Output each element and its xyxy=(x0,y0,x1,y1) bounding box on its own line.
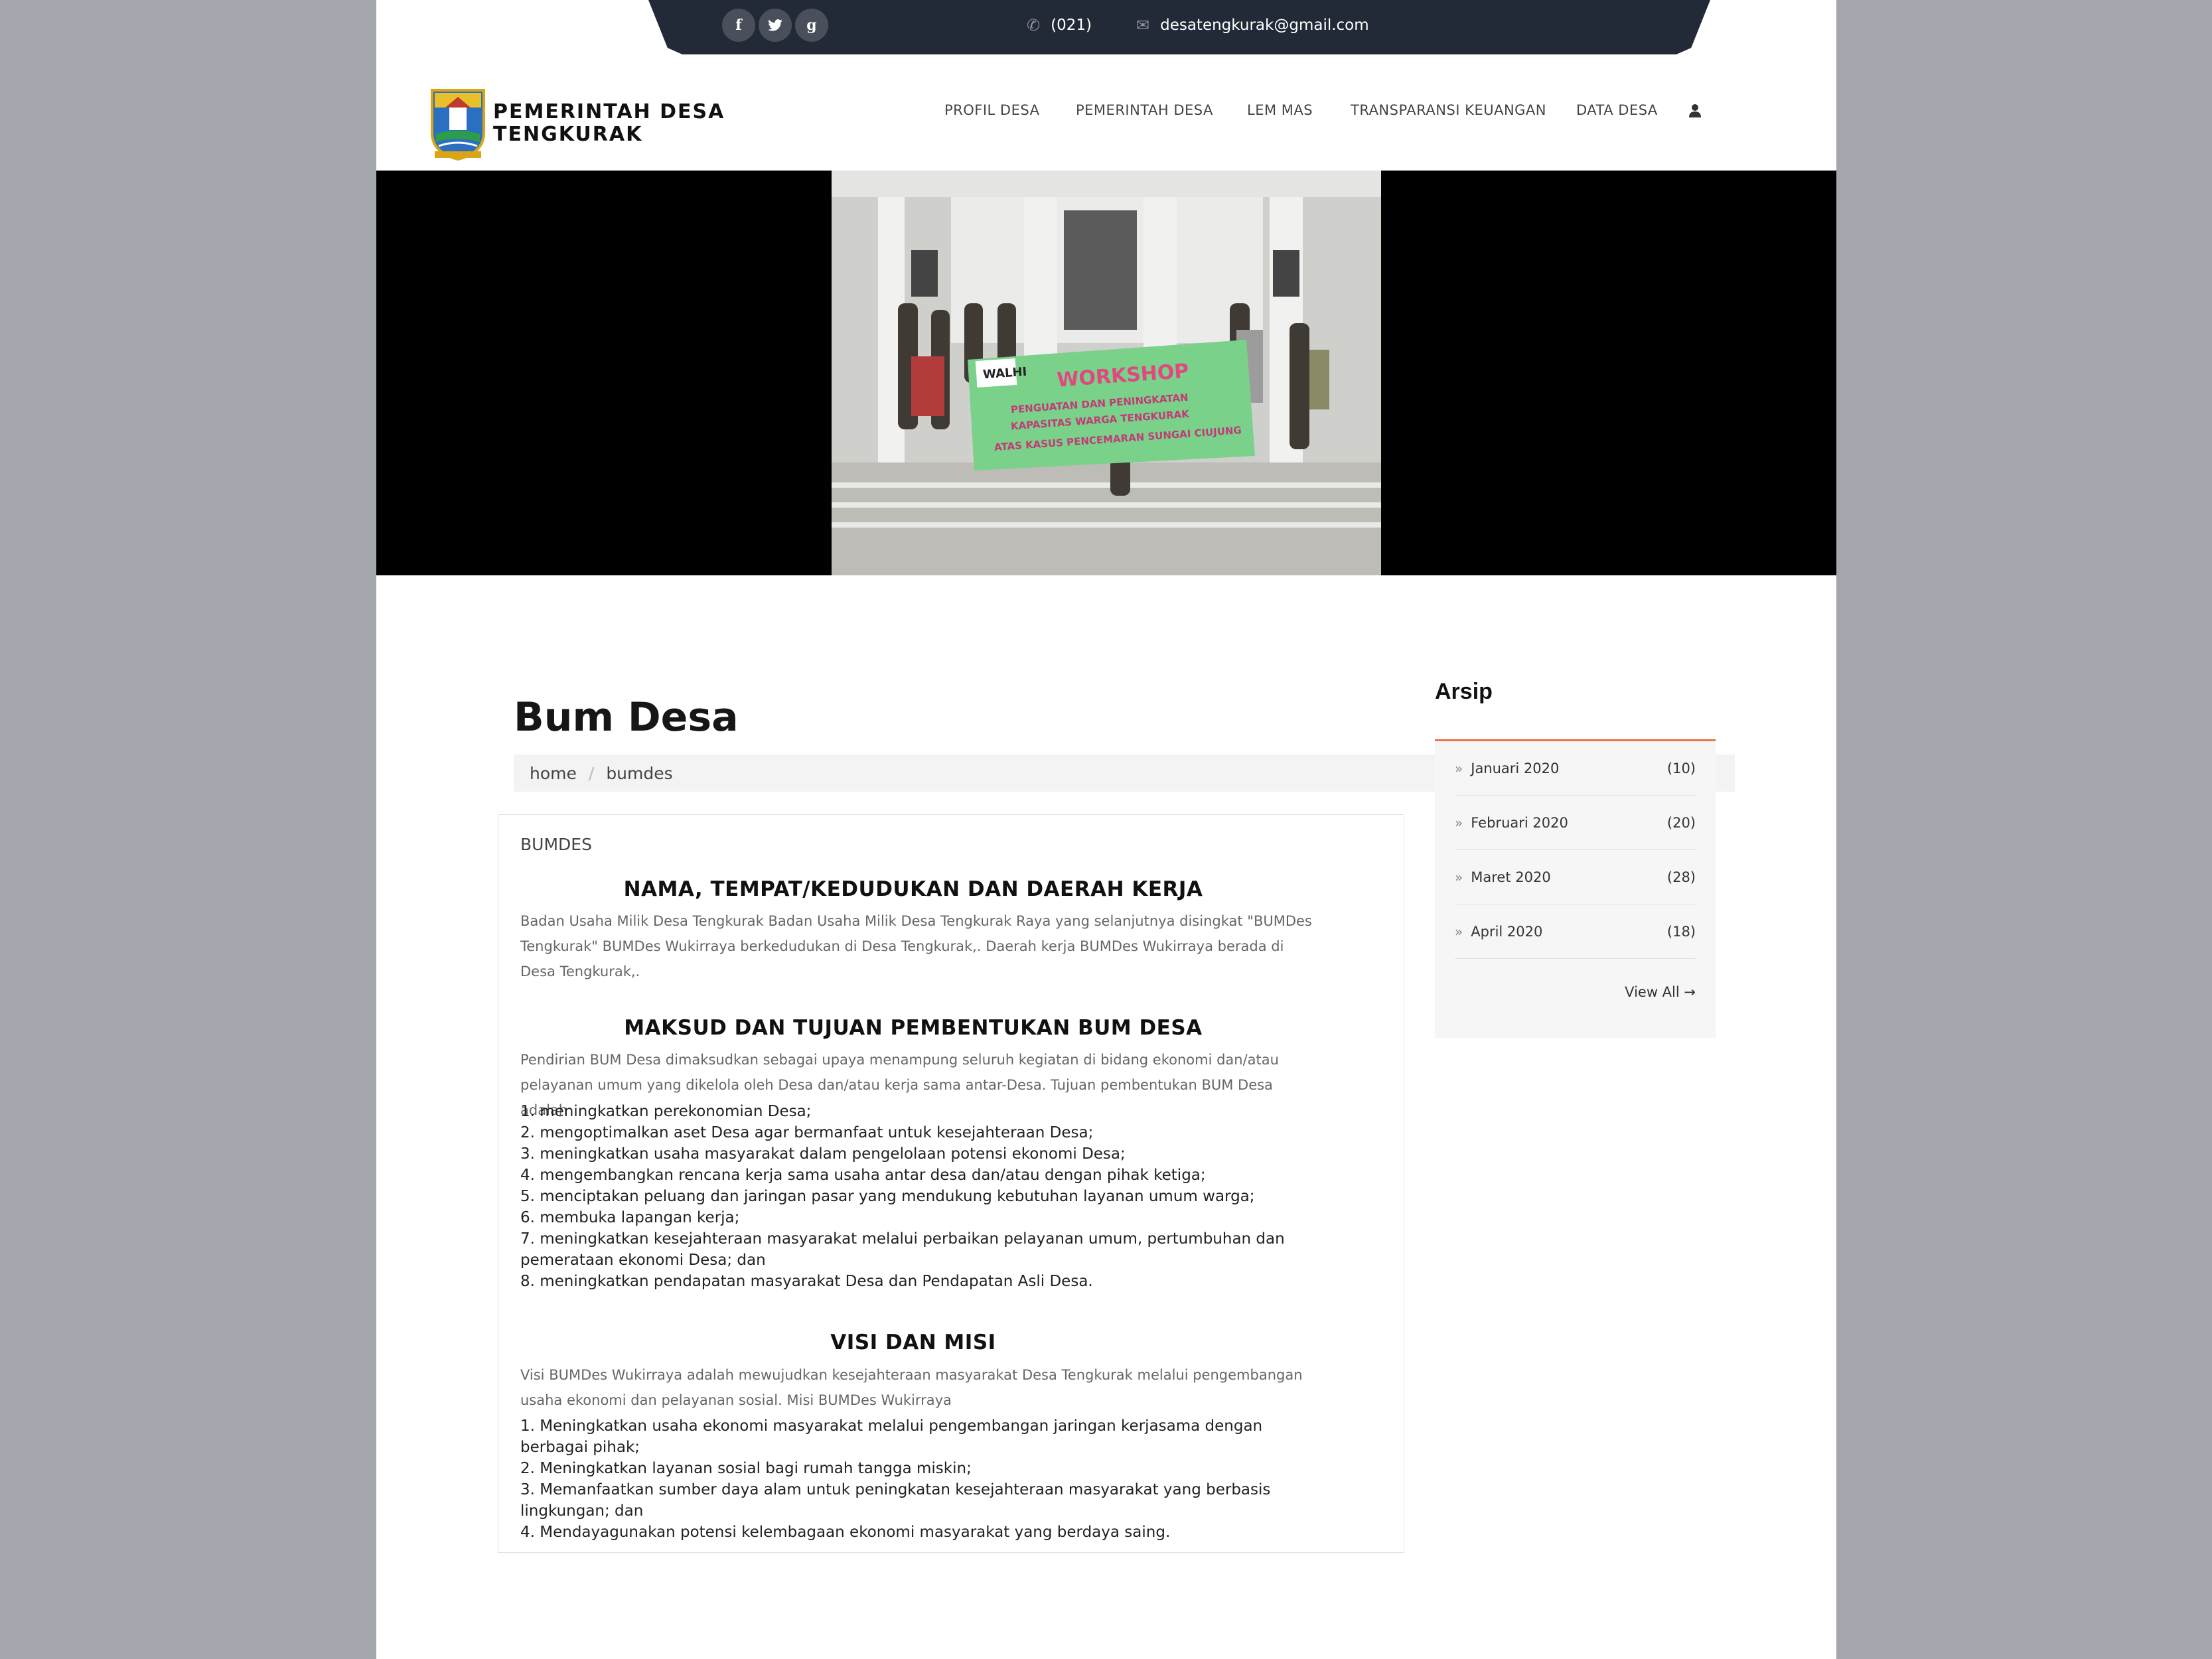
section-heading-nama: NAMA, TEMPAT/KEDUDUKAN DAN DAERAH KERJA xyxy=(623,877,1203,901)
brand-line-2: TENGKURAK xyxy=(493,123,643,146)
breadcrumb-home-link[interactable]: home xyxy=(530,764,577,783)
nav-data-desa[interactable]: DATA DESA xyxy=(1576,102,1658,118)
nav-pemerintah-desa[interactable]: PEMERINTAH DESA xyxy=(1076,102,1213,118)
list-tujuan: 1. meningkatkan perekonomian Desa; 2. me… xyxy=(520,1101,1317,1292)
email-contact[interactable]: ✉ desatengkurak@gmail.com xyxy=(1136,16,1369,35)
list-item: 4. mengembangkan rencana kerja sama usah… xyxy=(520,1167,1206,1184)
email-address[interactable]: desatengkurak@gmail.com xyxy=(1160,17,1369,34)
page: f g ✆ (021) ✉ desatengkurak@gmail.com PE… xyxy=(376,0,1836,1659)
content-card: BUMDES NAMA, TEMPAT/KEDUDUKAN DAN DAERAH… xyxy=(498,814,1404,1553)
twitter-icon[interactable] xyxy=(759,9,792,42)
archive-title: Arsip xyxy=(1435,679,1493,704)
list-item: 6. membuka lapangan kerja; xyxy=(520,1209,740,1226)
list-item: 7. meningkatkan kesejahteraan masyarakat… xyxy=(520,1230,1285,1269)
archive-item-label[interactable]: Februari 2020 xyxy=(1471,815,1568,831)
chevron-right-icon: » xyxy=(1455,923,1463,940)
list-item: 2. mengoptimalkan aset Desa agar bermanf… xyxy=(520,1124,1094,1141)
archive-item-label[interactable]: April 2020 xyxy=(1471,924,1542,940)
archive-item-count: (10) xyxy=(1666,760,1696,776)
hero-photo: WALHI WORKSHOP PENGUATAN DAN PENINGKATAN… xyxy=(832,171,1381,575)
phone-contact: ✆ (021) xyxy=(1027,16,1092,35)
facebook-icon[interactable]: f xyxy=(722,9,755,42)
section-heading-maksud: MAKSUD DAN TUJUAN PEMBENTUKAN BUM DESA xyxy=(624,1016,1203,1040)
breadcrumb-current: bumdes xyxy=(606,763,673,783)
section-text-nama: Badan Usaha Milik Desa Tengkurak Badan U… xyxy=(520,913,1312,979)
user-icon[interactable] xyxy=(1688,104,1702,118)
view-all-link[interactable]: View All → xyxy=(1625,984,1696,1000)
list-item: 1. meningkatkan perekonomian Desa; xyxy=(520,1103,812,1120)
archive-panel: » Januari 2020 (10) » Februari 2020 (20)… xyxy=(1435,741,1716,1038)
village-emblem-logo[interactable] xyxy=(429,86,486,161)
archive-item-maret-2020[interactable]: » Maret 2020 (28) xyxy=(1455,850,1696,904)
nav-lem-mas[interactable]: LEM MAS xyxy=(1247,102,1313,118)
archive-item-count: (20) xyxy=(1666,814,1696,831)
chevron-right-icon: » xyxy=(1455,869,1463,885)
archive-item-januari-2020[interactable]: » Januari 2020 (10) xyxy=(1455,741,1696,796)
hero-slider: WALHI WORKSHOP PENGUATAN DAN PENINGKATAN… xyxy=(376,171,1836,575)
list-item: 5. menciptakan peluang dan jaringan pasa… xyxy=(520,1188,1255,1205)
google-plus-icon[interactable]: g xyxy=(795,9,828,42)
chevron-right-icon: » xyxy=(1455,814,1463,831)
site-brand[interactable]: PEMERINTAH DESA TENGKURAK xyxy=(493,101,725,146)
list-item: 8. meningkatkan pendapatan masyarakat De… xyxy=(520,1273,1093,1290)
archive-item-februari-2020[interactable]: » Februari 2020 (20) xyxy=(1455,796,1696,850)
list-item: 3. meningkatkan usaha masyarakat dalam p… xyxy=(520,1145,1126,1163)
archive-item-label[interactable]: Maret 2020 xyxy=(1471,869,1550,885)
archive-item-april-2020[interactable]: » April 2020 (18) xyxy=(1455,904,1696,959)
list-item: 2. Meningkatkan layanan sosial bagi ruma… xyxy=(520,1460,972,1477)
archive-item-count: (18) xyxy=(1666,923,1696,940)
list-item: 1. Meningkatkan usaha ekonomi masyarakat… xyxy=(520,1417,1263,1456)
section-text-visi-misi: Visi BUMDes Wukirraya adalah mewujudkan … xyxy=(520,1367,1303,1408)
list-item: 3. Memanfaatkan sumber daya alam untuk p… xyxy=(520,1481,1271,1520)
list-misi: 1. Meningkatkan usaha ekonomi masyarakat… xyxy=(520,1415,1317,1543)
archive-item-label[interactable]: Januari 2020 xyxy=(1471,760,1559,776)
brand-line-1: PEMERINTAH DESA xyxy=(493,100,725,123)
breadcrumb-separator: / xyxy=(588,763,595,783)
phone-icon: ✆ xyxy=(1027,16,1041,35)
chevron-right-icon: » xyxy=(1455,760,1463,776)
content-label: BUMDES xyxy=(520,835,592,854)
envelope-icon: ✉ xyxy=(1136,16,1150,35)
phone-number: (021) xyxy=(1051,17,1092,34)
list-item: 4. Mendayagunakan potensi kelembagaan ek… xyxy=(520,1524,1171,1541)
nav-transparansi-keuangan[interactable]: TRANSPARANSI KEUANGAN xyxy=(1351,102,1546,118)
archive-item-count: (28) xyxy=(1666,869,1696,885)
section-heading-visi-misi: VISI DAN MISI xyxy=(830,1331,996,1354)
nav-profil-desa[interactable]: PROFIL DESA xyxy=(944,102,1039,118)
page-title: Bum Desa xyxy=(514,694,739,741)
